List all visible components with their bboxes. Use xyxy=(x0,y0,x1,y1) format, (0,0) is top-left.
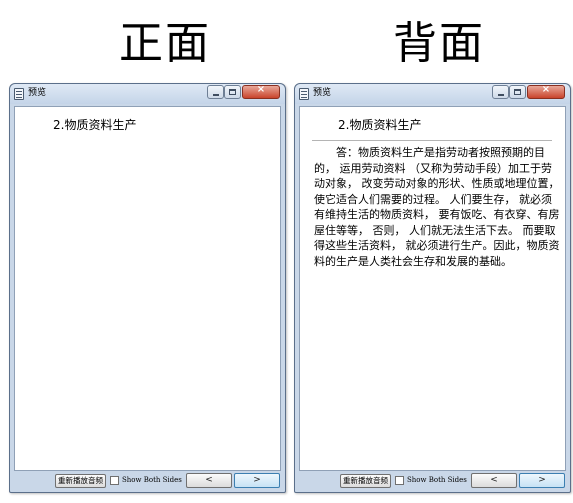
replay-audio-button[interactable]: 重新播放音频 xyxy=(55,474,106,488)
close-icon: × xyxy=(256,84,266,95)
question-text: 2.物质资料生产 xyxy=(338,118,422,132)
back-side-heading: 背面 xyxy=(393,18,485,69)
app-icon xyxy=(14,88,24,100)
next-button[interactable]: > xyxy=(234,473,280,488)
replay-audio-button[interactable]: 重新播放音频 xyxy=(340,474,391,488)
card-content: 2.物质资料生产 答：物质资料生产是指劳动者按照预期的目的， 运用劳动资料 （又… xyxy=(299,106,566,471)
show-both-sides-label: Show Both Sides xyxy=(407,476,467,484)
maximize-icon xyxy=(229,89,236,95)
close-icon: × xyxy=(541,84,551,95)
show-both-sides-label: Show Both Sides xyxy=(122,476,182,484)
minimize-button[interactable] xyxy=(492,85,509,99)
preview-window-back: 预览 × 2.物质资料生产 答：物质资料生产是指劳动者按照预期的目的， 运用劳动… xyxy=(294,83,571,493)
next-button[interactable]: > xyxy=(519,473,565,488)
answer-text: 答：物质资料生产是指劳动者按照预期的目的， 运用劳动资料 （又称为劳动手段）加工… xyxy=(314,146,560,268)
preview-window-front: 预览 × 2.物质资料生产 重新播放音频 Show Both Sides < > xyxy=(9,83,286,493)
maximize-button[interactable] xyxy=(509,85,526,99)
window-title: 预览 xyxy=(313,88,332,98)
title-bar: 预览 × xyxy=(295,84,570,104)
front-side-heading: 正面 xyxy=(119,18,211,69)
close-button[interactable]: × xyxy=(242,84,280,99)
app-icon xyxy=(299,88,309,100)
previous-button[interactable]: < xyxy=(471,473,517,488)
close-button[interactable]: × xyxy=(527,84,565,99)
divider xyxy=(312,140,552,141)
previous-button[interactable]: < xyxy=(186,473,232,488)
bottom-toolbar: 重新播放音频 Show Both Sides < > xyxy=(299,473,566,490)
show-both-sides-checkbox[interactable] xyxy=(395,476,404,485)
minimize-icon xyxy=(213,94,219,96)
show-both-sides-checkbox[interactable] xyxy=(110,476,119,485)
title-bar: 预览 × xyxy=(10,84,285,104)
question-text: 2.物质资料生产 xyxy=(53,118,137,132)
minimize-button[interactable] xyxy=(207,85,224,99)
card-content: 2.物质资料生产 xyxy=(14,106,281,471)
bottom-toolbar: 重新播放音频 Show Both Sides < > xyxy=(14,473,281,490)
window-title: 预览 xyxy=(28,88,47,98)
maximize-button[interactable] xyxy=(224,85,241,99)
maximize-icon xyxy=(514,89,521,95)
minimize-icon xyxy=(498,94,504,96)
